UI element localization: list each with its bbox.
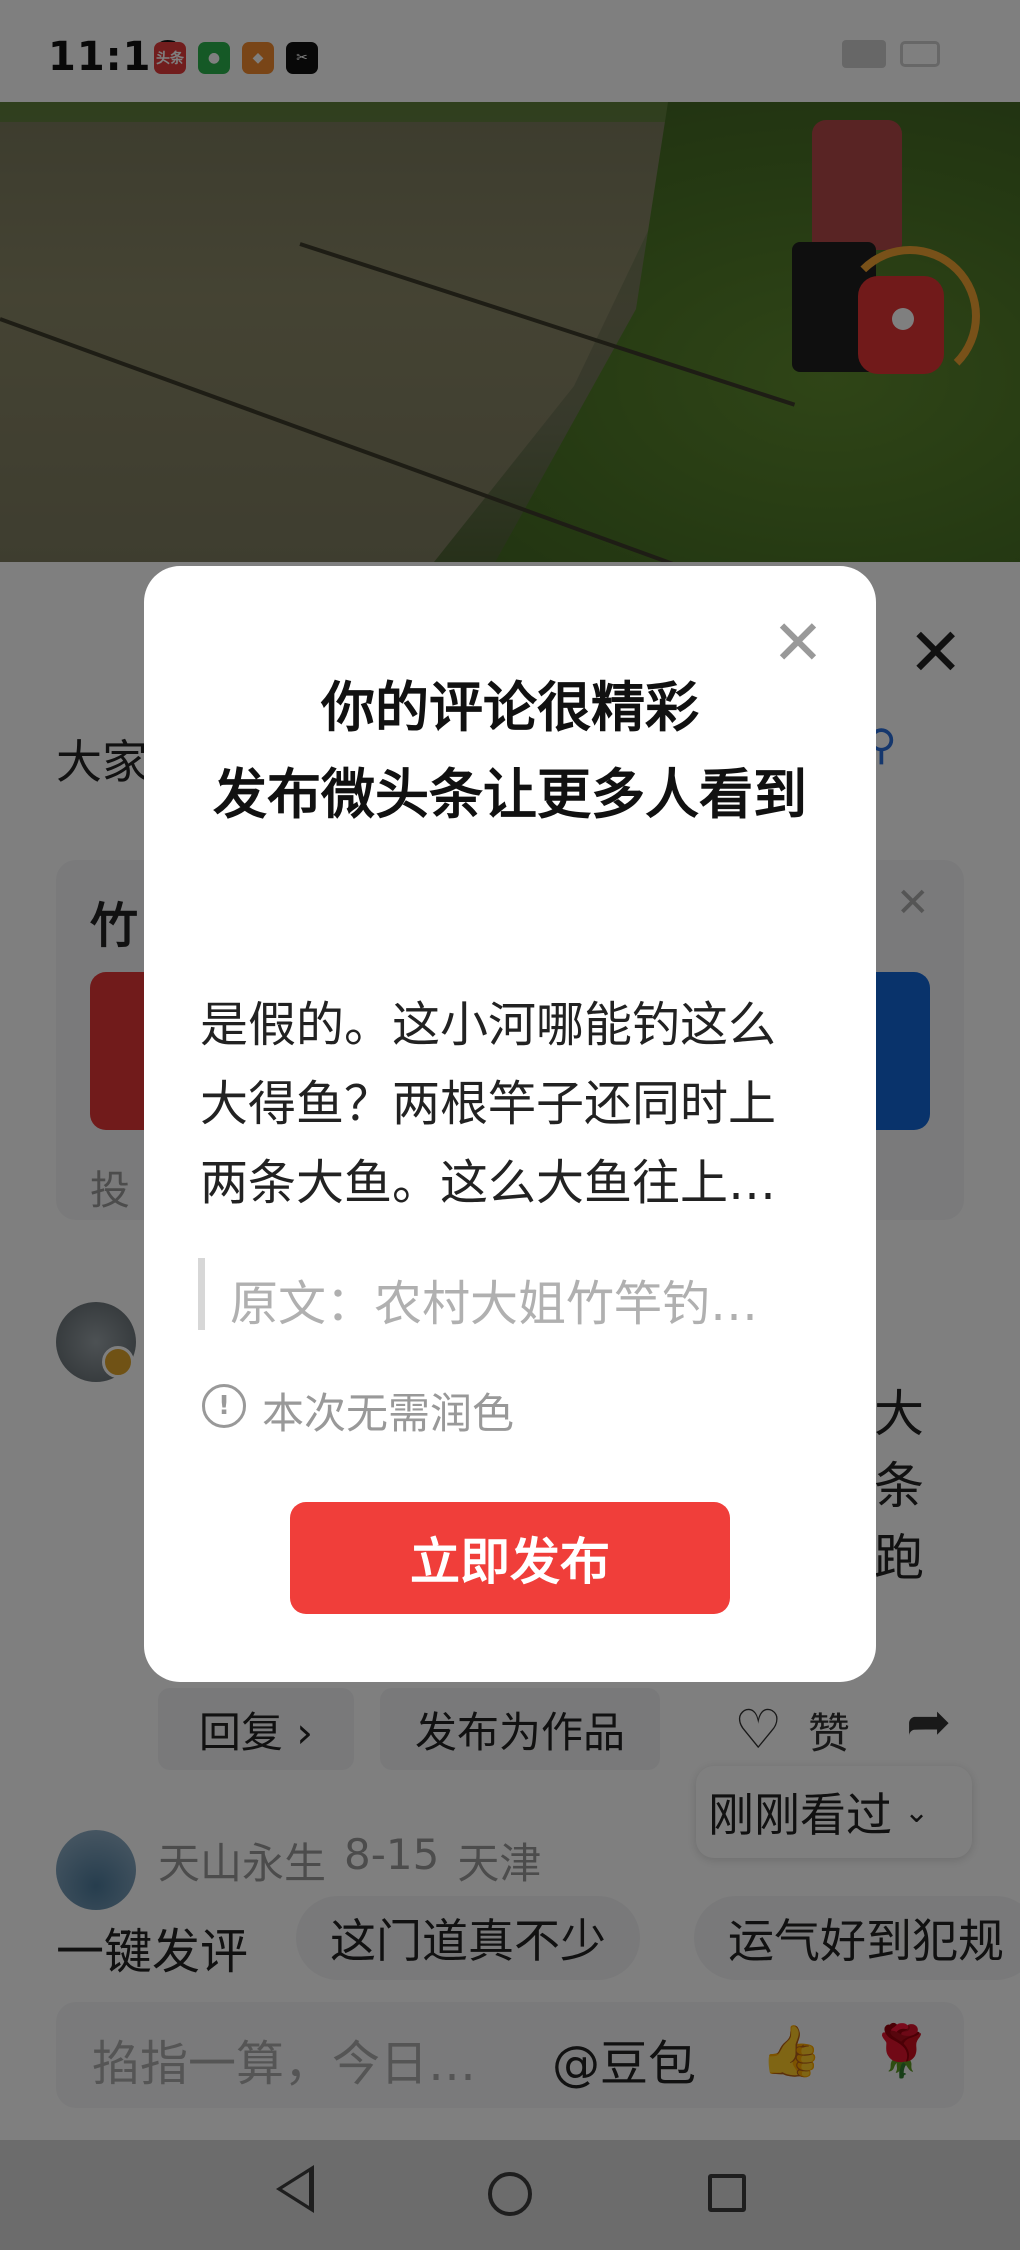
home-icon[interactable] bbox=[488, 2172, 532, 2216]
dialog-title: 你的评论很精彩 发布微头条让更多人看到 bbox=[213, 676, 807, 826]
back-icon-inner bbox=[282, 2172, 309, 2206]
quote-bar bbox=[198, 1258, 205, 1330]
recent-apps-icon[interactable] bbox=[708, 2174, 746, 2212]
polish-info: 本次无需润色 bbox=[262, 1389, 515, 1438]
original-post-reference: 原文：农村大姐竹竿钓… bbox=[230, 1276, 759, 1332]
comment-preview: 是假的。这小河哪能钓这么大得鱼？两根竿子还同时上两条大鱼。这么大鱼往上… bbox=[200, 997, 777, 1211]
publish-now-button[interactable]: 立即发布 bbox=[290, 1502, 730, 1614]
info-icon: ! bbox=[202, 1384, 246, 1428]
